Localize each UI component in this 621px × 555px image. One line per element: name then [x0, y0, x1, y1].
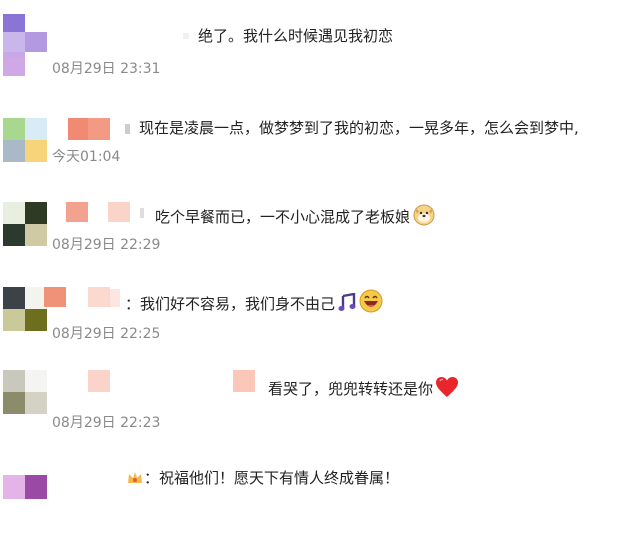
- username-blur: [140, 208, 144, 218]
- username-blur: [88, 287, 110, 307]
- avatar[interactable]: [3, 287, 47, 331]
- comment-item: 绝了。我什么时候遇见我初恋 08月29日 23:31: [0, 14, 621, 94]
- comment-item: 现在是凌晨一点，做梦梦到了我的初恋，一晃多年，怎么会到梦中, 今天01:04: [0, 118, 621, 198]
- comment-colon: ：: [144, 469, 160, 487]
- crown-badge-icon: [126, 469, 144, 492]
- username-blur: [66, 202, 88, 222]
- comment-item: ：祝福他们！愿天下有情人终成眷属！: [0, 469, 621, 555]
- doge-face-icon: [412, 202, 436, 231]
- red-heart-icon: [435, 376, 459, 403]
- music-notes-icon: [337, 292, 357, 318]
- avatar[interactable]: [3, 475, 47, 519]
- comment-text: ：祝福他们！愿天下有情人终成眷属！: [124, 468, 399, 492]
- comment-text: 看哭了，兜兜转转还是你: [268, 376, 459, 403]
- avatar[interactable]: [3, 370, 47, 414]
- comment-text: 绝了。我什么时候遇见我初恋: [198, 27, 394, 45]
- username-blur: [88, 370, 110, 392]
- comment-text-content: 吃个早餐而已，一不小心混成了老板娘: [155, 208, 411, 226]
- comment-time: 08月29日 22:29: [52, 237, 161, 253]
- avatar[interactable]: [3, 14, 47, 58]
- comment-time: 今天01:04: [52, 149, 121, 165]
- username-blur: [233, 370, 255, 392]
- comment-text: 吃个早餐而已，一不小心混成了老板娘: [155, 202, 436, 231]
- comment-text-content: 看哭了，兜兜转转还是你: [268, 380, 434, 398]
- username-blur: [108, 202, 130, 222]
- avatar[interactable]: [3, 118, 47, 162]
- comment-text-content: 祝福他们！愿天下有情人终成眷属！: [159, 469, 400, 487]
- comment-time: 08月29日 23:31: [52, 61, 161, 77]
- username-blur: [183, 33, 189, 39]
- username-blur: [88, 118, 110, 140]
- avatar[interactable]: [3, 202, 47, 246]
- laughing-face-icon: [359, 289, 383, 318]
- comment-item: ：我们好不容易，我们身不由己 08月29日 22:25: [0, 287, 621, 367]
- comment-time: 08月29日 22:25: [52, 326, 161, 342]
- username-blur: [44, 287, 66, 307]
- comment-text: ：我们好不容易，我们身不由己: [125, 289, 383, 318]
- avatar-bottom: [3, 58, 25, 76]
- comment-text-content: 我们好不容易，我们身不由己: [140, 295, 336, 313]
- username-blur: [68, 118, 90, 140]
- comment-colon: ：: [125, 295, 141, 313]
- comment-item: 吃个早餐而已，一不小心混成了老板娘 08月29日 22:29: [0, 202, 621, 282]
- username-blur: [110, 289, 120, 307]
- username-blur: [125, 124, 130, 134]
- comment-time: 08月29日 22:23: [52, 415, 161, 431]
- comment-text: 现在是凌晨一点，做梦梦到了我的初恋，一晃多年，怎么会到梦中,: [139, 119, 579, 137]
- comment-item: 看哭了，兜兜转转还是你 08月29日 22:23: [0, 370, 621, 450]
